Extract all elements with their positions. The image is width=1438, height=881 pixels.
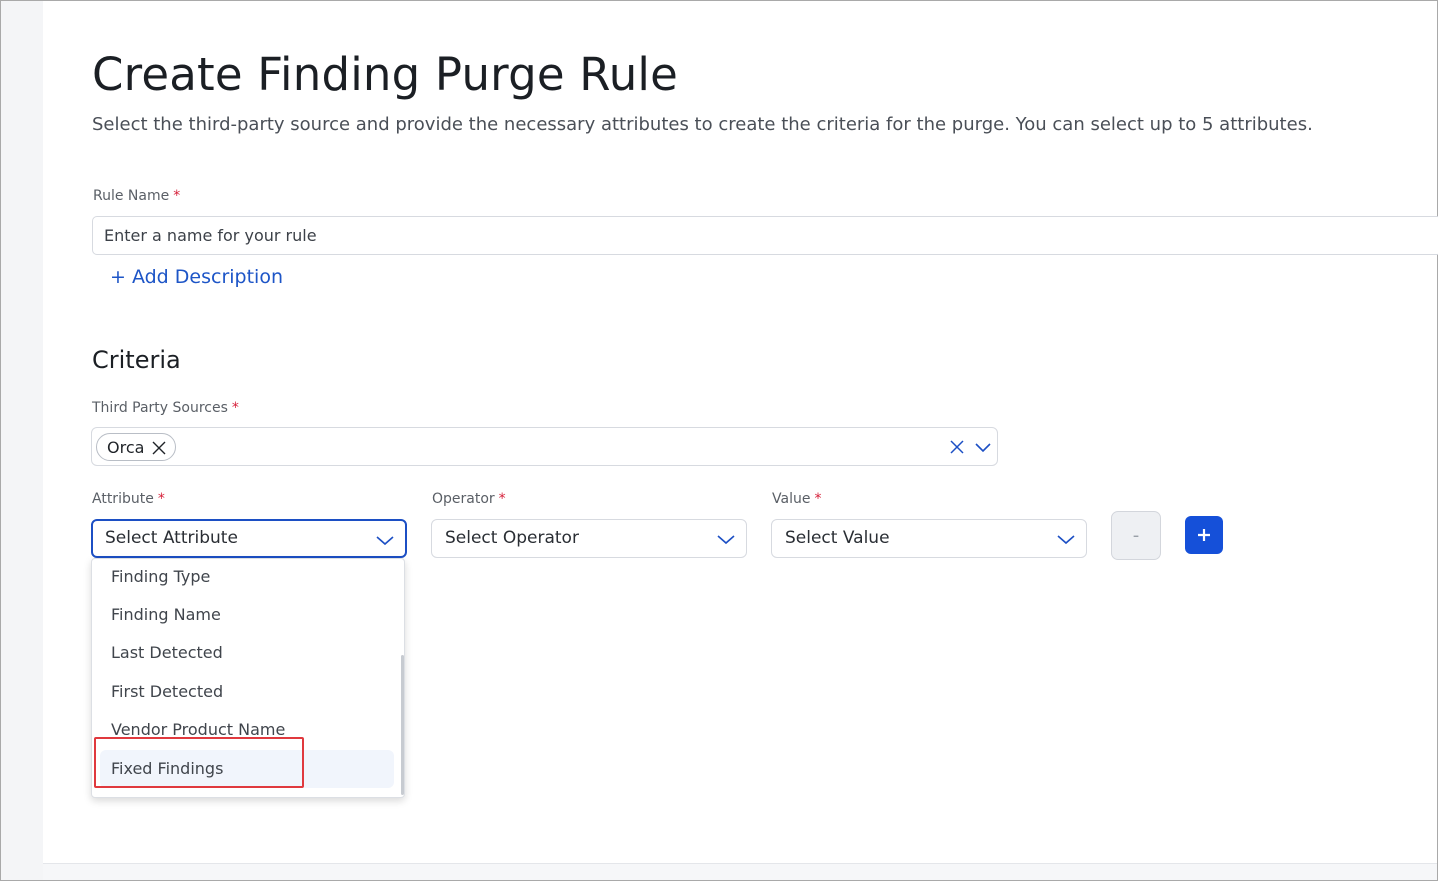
required-mark: * bbox=[173, 188, 181, 204]
chevron-down-icon bbox=[376, 536, 394, 546]
required-mark: * bbox=[157, 491, 165, 507]
criteria-heading: Criteria bbox=[92, 346, 181, 374]
required-mark: * bbox=[231, 400, 239, 416]
operator-select[interactable]: Select Operator bbox=[431, 519, 747, 558]
rule-name-label: Rule Name * bbox=[93, 188, 180, 204]
dropdown-scrollbar[interactable] bbox=[401, 655, 404, 795]
attribute-option-fixed-findings[interactable]: Fixed Findings bbox=[111, 759, 223, 778]
attribute-dropdown-menu: Finding Type Finding Name Last Detected … bbox=[91, 558, 405, 798]
operator-select-placeholder: Select Operator bbox=[445, 528, 579, 548]
attribute-label-text: Attribute bbox=[92, 491, 154, 507]
attribute-option[interactable]: Finding Name bbox=[111, 605, 221, 624]
third-party-sources-label: Third Party Sources * bbox=[92, 400, 239, 416]
required-mark: * bbox=[498, 491, 506, 507]
attribute-select-placeholder: Select Attribute bbox=[105, 528, 238, 548]
page-title: Create Finding Purge Rule bbox=[92, 48, 679, 101]
add-description-link[interactable]: + Add Description bbox=[110, 266, 283, 288]
chevron-down-icon bbox=[717, 535, 735, 545]
bottom-strip bbox=[43, 863, 1437, 880]
attribute-option[interactable]: Last Detected bbox=[111, 643, 223, 662]
value-label: Value * bbox=[772, 491, 821, 507]
plus-icon bbox=[1198, 529, 1210, 541]
third-party-sources-label-text: Third Party Sources bbox=[92, 400, 228, 416]
operator-label-text: Operator bbox=[432, 491, 495, 507]
remove-criteria-button[interactable]: - bbox=[1111, 511, 1161, 560]
third-party-sources-select[interactable]: Orca bbox=[91, 427, 998, 466]
chevron-down-icon[interactable] bbox=[974, 440, 992, 454]
page-description: Select the third-party source and provid… bbox=[92, 114, 1313, 135]
attribute-option[interactable]: Finding Type bbox=[111, 567, 210, 586]
source-chip: Orca bbox=[96, 433, 176, 461]
rule-name-input[interactable] bbox=[92, 216, 1438, 255]
attribute-label: Attribute * bbox=[92, 491, 165, 507]
value-select-placeholder: Select Value bbox=[785, 528, 890, 548]
attribute-option[interactable]: Vendor Product Name bbox=[111, 720, 285, 739]
close-icon[interactable] bbox=[949, 439, 965, 455]
attribute-select[interactable]: Select Attribute bbox=[91, 519, 407, 558]
chevron-down-icon bbox=[1057, 535, 1075, 545]
value-select[interactable]: Select Value bbox=[771, 519, 1087, 558]
rule-name-label-text: Rule Name bbox=[93, 188, 170, 204]
add-criteria-button[interactable] bbox=[1185, 516, 1223, 554]
operator-label: Operator * bbox=[432, 491, 506, 507]
left-gutter bbox=[1, 1, 43, 880]
required-mark: * bbox=[814, 491, 822, 507]
attribute-option[interactable]: First Detected bbox=[111, 682, 223, 701]
value-label-text: Value bbox=[772, 491, 811, 507]
close-icon[interactable] bbox=[152, 441, 166, 455]
source-chip-label: Orca bbox=[107, 437, 145, 457]
